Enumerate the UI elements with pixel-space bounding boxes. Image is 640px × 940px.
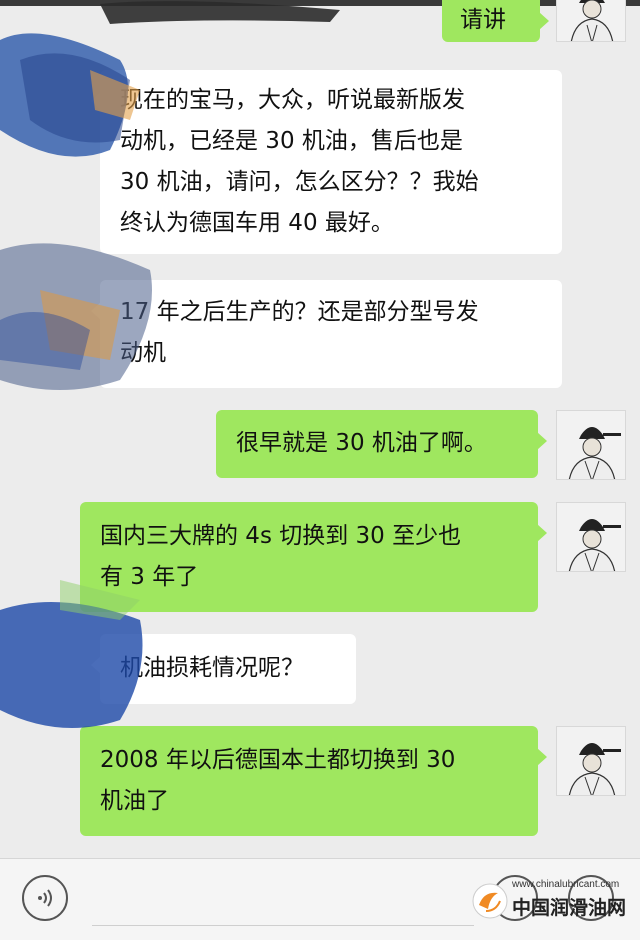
message-line: 现在的宝马，大众，听说最新版发: [120, 87, 465, 113]
status-bar: [0, 0, 640, 6]
message-line: 17 年之后生产的？还是部分型号发: [120, 299, 479, 325]
watermark-logo-icon: [472, 883, 508, 919]
message-line: 很早就是 30 机油了啊。: [236, 430, 487, 456]
avatar[interactable]: [556, 726, 626, 796]
message-line: 有 3 年了: [100, 564, 199, 590]
message-line: 国内三大牌的 4s 切换到 30 至少也: [100, 523, 462, 549]
message-bubble-sent[interactable]: 很早就是 30 机油了啊。: [216, 410, 547, 478]
message-line: 终认为德国车用 40 最好。: [120, 210, 394, 236]
message-line: 请讲: [460, 7, 506, 33]
avatar-portrait-icon: [557, 727, 625, 795]
message-line: 动机，已经是 30 机油，售后也是: [120, 128, 463, 154]
message-bubble-sent[interactable]: 请讲: [442, 0, 549, 42]
avatar-portrait-icon: [557, 503, 625, 571]
avatar[interactable]: [556, 410, 626, 480]
watermark-url: www.chinalubricant.com: [512, 879, 620, 890]
message-bubble-received[interactable]: 机油损耗情况呢？: [91, 634, 356, 704]
message-line: 机油了: [100, 788, 169, 814]
avatar[interactable]: [556, 502, 626, 572]
message-bubble-received[interactable]: 现在的宝马，大众，听说最新版发 动机，已经是 30 机油，售后也是 30 机油，…: [91, 70, 562, 254]
voice-icon: [38, 889, 52, 907]
message-line: 2008 年以后德国本土都切换到 30: [100, 747, 456, 773]
message-line: 动机: [120, 340, 166, 366]
message-line: 30 机油，请问，怎么区分？？我始: [120, 169, 479, 195]
avatar[interactable]: [556, 0, 626, 42]
message-bubble-received[interactable]: 17 年之后生产的？还是部分型号发 动机: [91, 280, 562, 388]
message-bubble-sent[interactable]: 2008 年以后德国本土都切换到 30 机油了: [80, 726, 547, 836]
avatar-portrait-icon: [557, 411, 625, 479]
message-input[interactable]: [92, 925, 474, 926]
voice-button[interactable]: [22, 875, 68, 921]
avatar-portrait-icon: [557, 0, 625, 41]
message-bubble-sent[interactable]: 国内三大牌的 4s 切换到 30 至少也 有 3 年了: [80, 502, 547, 612]
chat-area[interactable]: 请讲 现在的宝马，大众，听说最新版发 动机，已经是 30 机油，售后也是 30 …: [0, 0, 640, 858]
watermark-name: 中国润滑油网: [512, 897, 627, 919]
site-watermark: www.chinalubricant.com 中国润滑油网: [470, 873, 636, 933]
chat-input-bar: www.chinalubricant.com 中国润滑油网: [0, 858, 640, 940]
message-line: 机油损耗情况呢？: [120, 655, 304, 681]
